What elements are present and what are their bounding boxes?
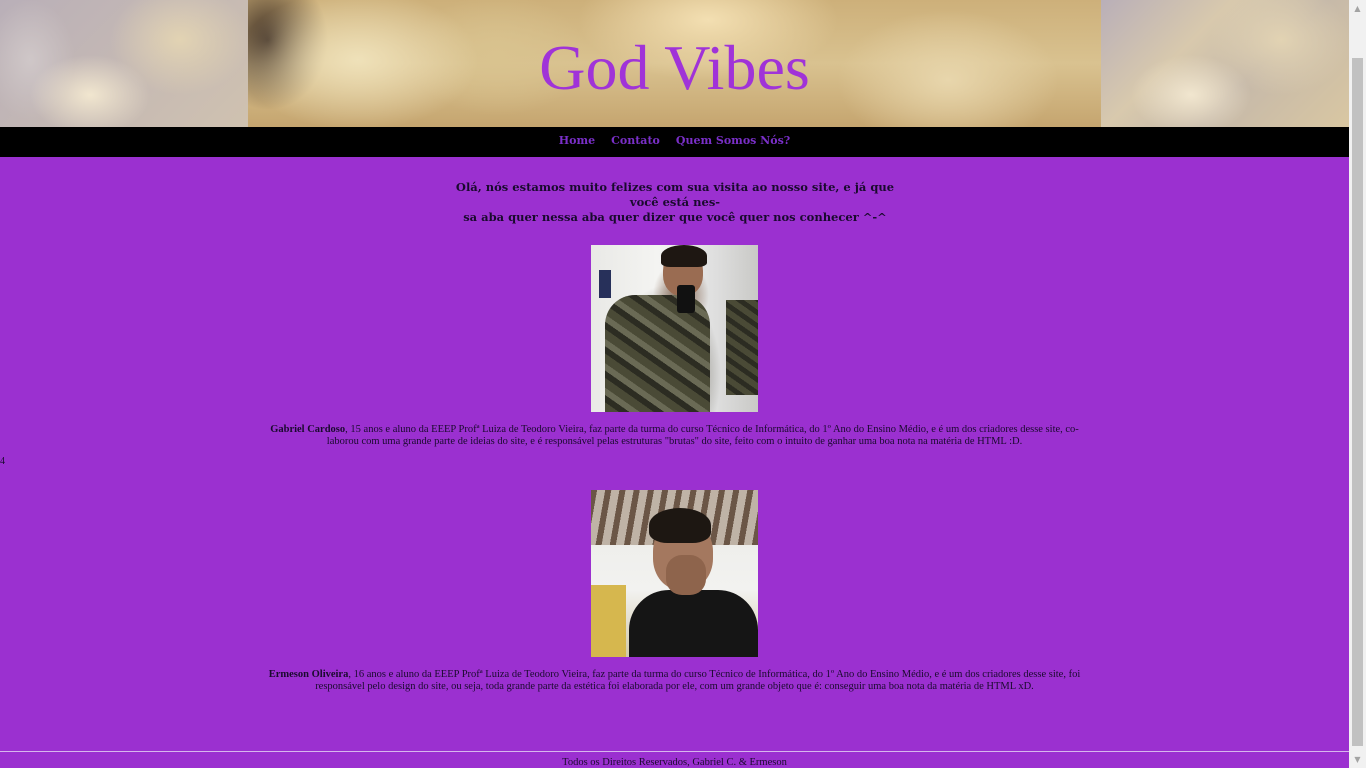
vertical-scrollbar[interactable]: ▲ ▼ bbox=[1349, 0, 1366, 768]
footer-text: Todos os Direitos Reservados, Gabriel C.… bbox=[562, 757, 787, 768]
nav-link-home[interactable]: Home bbox=[559, 127, 595, 154]
member-photo-gabriel bbox=[591, 245, 758, 412]
bio-text: responsável pelo design do site, ou seja… bbox=[315, 680, 1034, 692]
bio-text: , 16 anos e aluno da EEEP Profª Luiza de… bbox=[348, 669, 1081, 680]
intro-line-1: Olá, nós estamos muito felizes com sua v… bbox=[455, 180, 895, 209]
intro-line-2: sa aba quer nessa aba quer dizer que voc… bbox=[463, 210, 887, 224]
member-bio-gabriel: Gabriel Cardoso, 15 anos e aluno da EEEP… bbox=[258, 424, 1091, 447]
footer: Todos os Direitos Reservados, Gabriel C.… bbox=[0, 751, 1349, 768]
scrollbar-thumb[interactable] bbox=[1352, 58, 1363, 746]
bio-text: , 15 anos e aluno da EEEP Profª Luiza de… bbox=[345, 424, 1079, 435]
header-banner: God Vibes bbox=[0, 0, 1349, 127]
nav-link-contato[interactable]: Contato bbox=[611, 127, 660, 154]
member-bio-ermeson: Ermeson Oliveira, 16 anos e aluno da EEE… bbox=[258, 669, 1091, 692]
intro-text: Olá, nós estamos muito felizes com sua v… bbox=[440, 180, 910, 225]
main-nav: Home Contato Quem Somos Nós? bbox=[0, 127, 1349, 157]
site-title: God Vibes bbox=[539, 32, 810, 103]
member-photo-ermeson bbox=[591, 490, 758, 657]
scroll-down-arrow-icon[interactable]: ▼ bbox=[1349, 751, 1366, 768]
member-name: Ermeson Oliveira bbox=[268, 669, 349, 680]
nav-link-quem-somos[interactable]: Quem Somos Nós? bbox=[676, 127, 790, 154]
scroll-up-arrow-icon[interactable]: ▲ bbox=[1349, 0, 1366, 17]
member-name: Gabriel Cardoso bbox=[270, 424, 346, 435]
bio-text: laborou com uma grande parte de ideias d… bbox=[326, 435, 1023, 447]
stray-text: 4 bbox=[0, 456, 5, 467]
